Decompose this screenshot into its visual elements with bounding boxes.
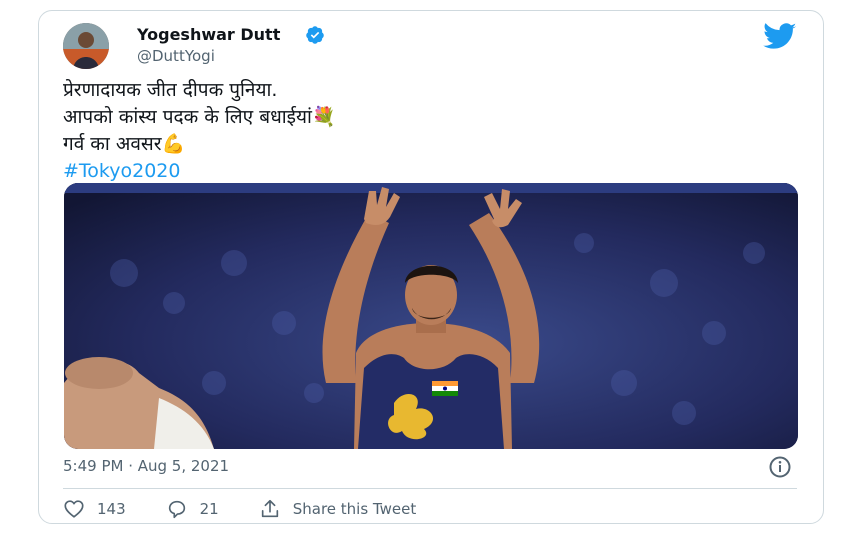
info-icon[interactable]: [768, 455, 792, 479]
tweet-card: Yogeshwar Dutt @DuttYogi प्रेरणादायक जीत…: [38, 10, 824, 524]
reply-bubble-icon: [168, 500, 185, 519]
share-button[interactable]: Share this Tweet: [259, 498, 416, 520]
reply-count: 21: [199, 500, 219, 518]
tweet-line-3: गर्व का अवसर💪: [63, 133, 186, 155]
wrestler-photo: [64, 183, 798, 449]
like-count: 143: [97, 500, 126, 518]
tweet-timestamp[interactable]: 5:49 PM · Aug 5, 2021: [63, 457, 229, 475]
hashtag-link[interactable]: #Tokyo2020: [63, 158, 783, 185]
tweet-line-1: प्रेरणादायक जीत दीपक पुनिया.: [63, 79, 278, 101]
author-handle[interactable]: @DuttYogi: [137, 47, 215, 65]
reply-button[interactable]: 21: [166, 498, 219, 520]
author-name[interactable]: Yogeshwar Dutt: [137, 25, 280, 44]
tweet-actions: 143 21 Share this Tweet: [63, 493, 456, 525]
share-label: Share this Tweet: [292, 500, 417, 518]
like-button[interactable]: 143: [63, 498, 126, 520]
actions-divider: [63, 488, 797, 489]
tweet-text: प्रेरणादायक जीत दीपक पुनिया. आपको कांस्य…: [63, 77, 783, 185]
avatar[interactable]: [63, 23, 109, 69]
tweet-photo[interactable]: [64, 183, 798, 449]
verified-badge-icon: [306, 26, 324, 44]
avatar-image: [63, 23, 109, 69]
tweet-line-2: आपको कांस्य पदक के लिए बधाईयां💐: [63, 106, 336, 128]
share-icon: [261, 499, 278, 518]
twitter-bird-icon[interactable]: [763, 23, 797, 51]
heart-icon: [64, 500, 84, 518]
